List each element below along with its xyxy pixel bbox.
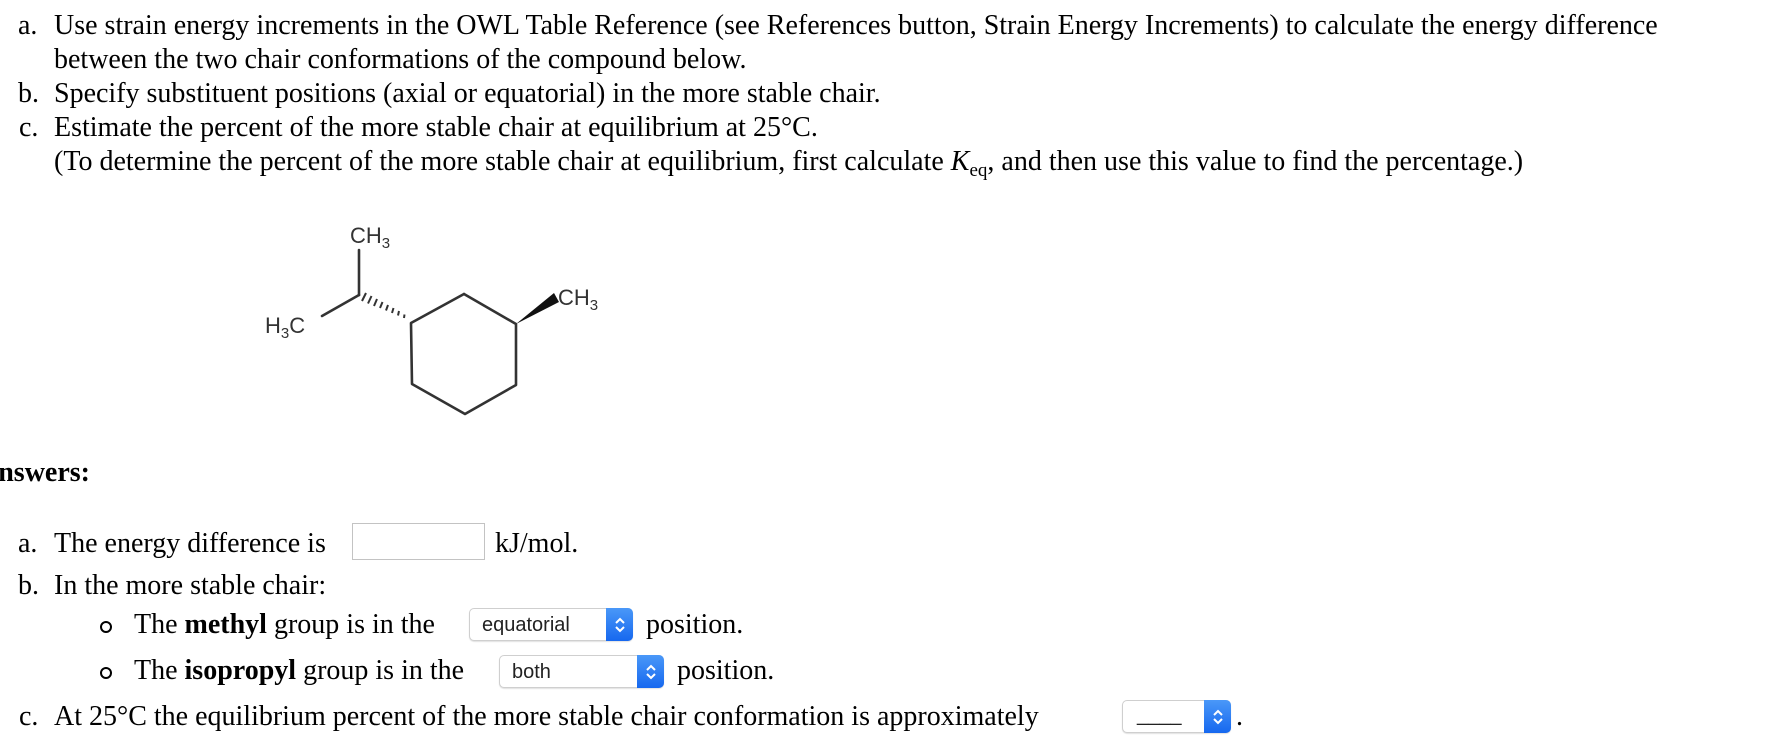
- equilibrium-percent-value: ____: [1137, 704, 1182, 726]
- answer-marker-b: b.: [18, 570, 39, 601]
- methyl-row-middle: group is in the: [266, 609, 435, 640]
- select-chevron-updown-icon[interactable]: [1204, 700, 1231, 733]
- ring-methyl-ch3-label: CH3: [558, 285, 598, 314]
- isopropyl-bond-left: [320, 293, 361, 318]
- methyl-row-suffix: position.: [646, 609, 744, 640]
- isopropyl-position-row: The isopropyl group is in the: [134, 654, 464, 688]
- methyl-position-row: The methyl group is in the: [134, 608, 435, 642]
- select-chevron-updown-icon[interactable]: [637, 655, 664, 688]
- isopropyl-position-select[interactable]: both: [499, 655, 664, 688]
- cyclohexane-ring: [409, 292, 518, 416]
- isopropyl-bold-label: isopropyl: [184, 655, 297, 686]
- energy-difference-input[interactable]: [352, 523, 485, 560]
- answer-a-unit: kJ/mol.: [495, 528, 579, 559]
- solid-wedge-bond: [516, 293, 559, 324]
- methyl-position-value: equatorial: [482, 614, 570, 636]
- hashed-wedge-bond: [361, 292, 406, 319]
- bullet-icon: [100, 667, 112, 679]
- answer-marker-a: a.: [18, 528, 38, 559]
- isopropyl-top-ch3-label: CH3: [350, 223, 390, 252]
- methyl-position-select[interactable]: equatorial: [469, 608, 633, 641]
- answers-heading: Answers:: [0, 457, 90, 488]
- bullet-icon: [100, 621, 112, 633]
- isopropyl-position-value: both: [512, 661, 551, 683]
- answer-c-prefix: At 25°C the equilibrium percent of the m…: [54, 701, 1039, 732]
- methyl-bold-label: methyl: [184, 609, 267, 640]
- answer-a-prefix: The energy difference is: [54, 528, 326, 559]
- isopropyl-row-middle: group is in the: [296, 655, 465, 686]
- isopropyl-row-suffix: position.: [677, 655, 775, 686]
- methyl-row-prefix: The: [134, 609, 185, 640]
- equilibrium-percent-select[interactable]: ____: [1122, 700, 1231, 733]
- isopropyl-left-h3c-label: H3C: [265, 313, 305, 342]
- answer-marker-c: c.: [19, 701, 39, 732]
- answer-c-suffix: .: [1236, 701, 1243, 732]
- answer-b-label: In the more stable chair:: [54, 570, 327, 601]
- isopropyl-row-prefix: The: [134, 655, 185, 686]
- select-chevron-updown-icon[interactable]: [606, 608, 633, 641]
